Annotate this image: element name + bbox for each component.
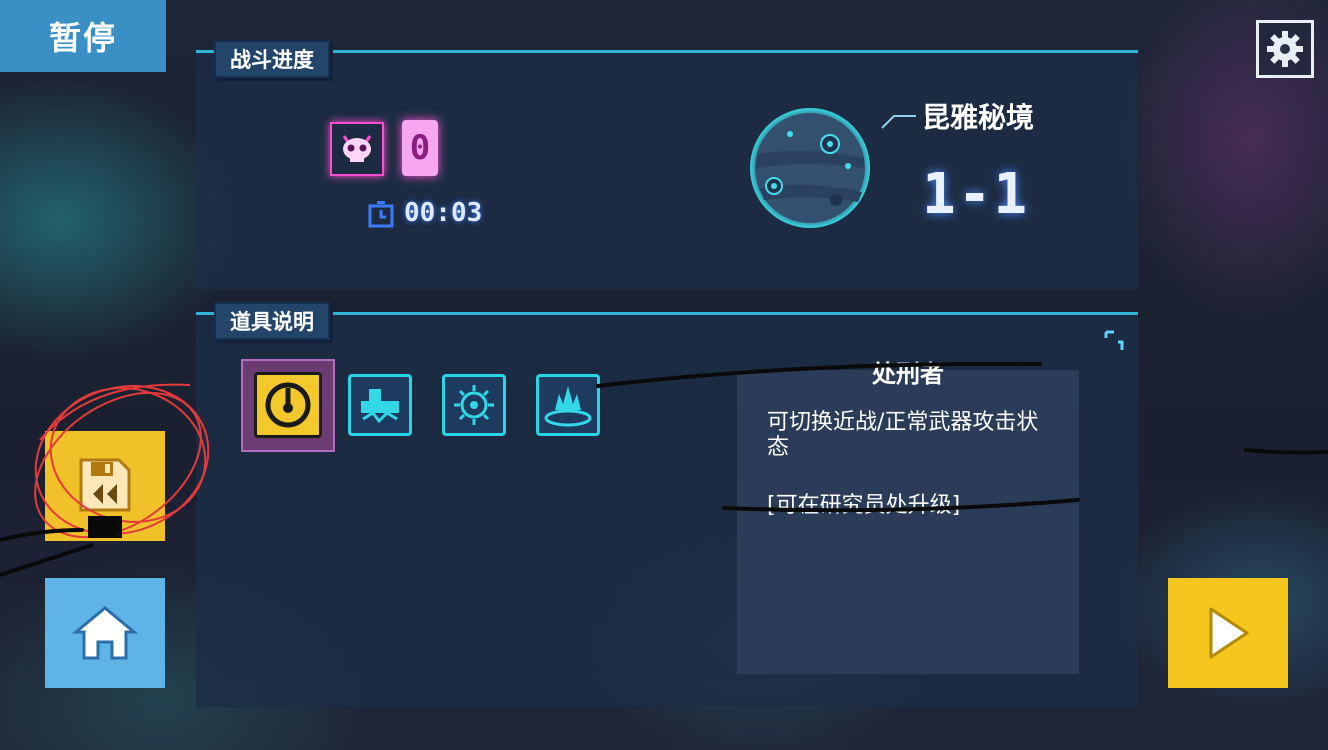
save-rewind-icon [79, 458, 131, 512]
planet-icon [750, 108, 870, 228]
battle-timer: 00:03 [404, 198, 483, 228]
home-button[interactable] [45, 578, 165, 688]
item-slot-2[interactable] [348, 374, 412, 436]
wall-block-icon [361, 389, 399, 424]
item-upgrade-note: [可在研究员处升级] [767, 493, 961, 518]
expand-corner-icon [1104, 330, 1124, 350]
pause-title: 暂停 [0, 0, 166, 72]
rewind-save-button[interactable] [45, 431, 165, 541]
play-icon [1209, 607, 1249, 659]
resume-play-button[interactable] [1168, 578, 1288, 688]
gear-icon [1267, 31, 1303, 67]
item-info-label: 道具说明 [214, 302, 330, 340]
spiky-mine-icon [454, 385, 494, 425]
realm-name: 昆雅秘境 [922, 101, 1035, 134]
kill-counter-frame [330, 122, 384, 176]
ground-burst-icon [544, 386, 592, 427]
power-toggle-icon [265, 382, 311, 428]
kill-count: 0 [402, 120, 438, 176]
stopwatch-icon [368, 201, 394, 228]
settings-button[interactable] [1256, 20, 1314, 78]
item-detail-description: 可切换近战/正常武器攻击状态 [767, 410, 1039, 460]
skull-icon [342, 135, 372, 162]
item-slot-4[interactable] [536, 374, 600, 436]
home-icon [72, 606, 138, 660]
item-slot-3[interactable] [442, 374, 506, 436]
item-slot-1[interactable] [254, 372, 322, 438]
realm-pointer-line [881, 115, 916, 129]
level-number: 1-1 [922, 162, 1030, 227]
item-detail-title: 处刑者 [872, 360, 944, 388]
battle-progress-label: 战斗进度 [214, 40, 330, 78]
